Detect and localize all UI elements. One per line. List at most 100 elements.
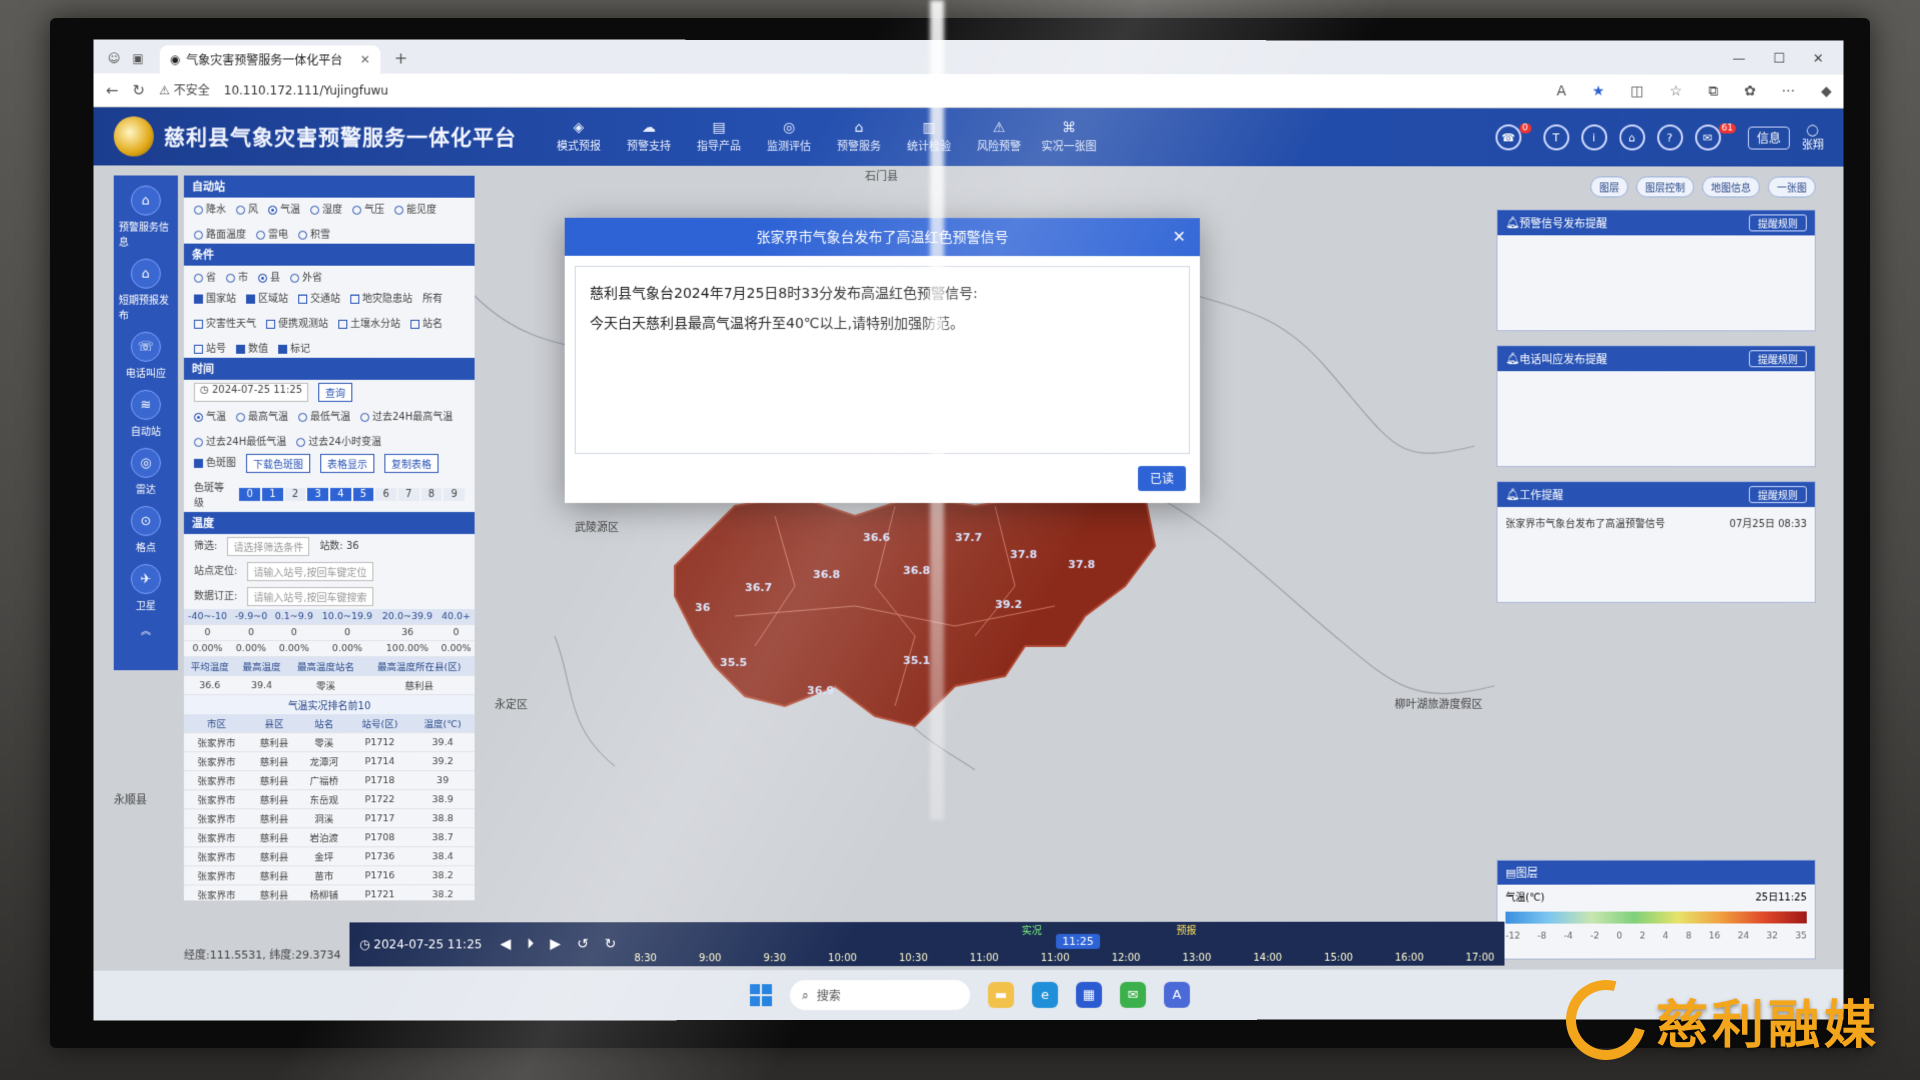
sidebar-item-auto-station[interactable]: ≋ 自动站 [119, 389, 173, 438]
station-checkbox[interactable]: 土壤水分站 [338, 315, 400, 330]
read-aloud-icon[interactable]: A [1557, 83, 1567, 99]
favorites-icon[interactable]: ☆ [1670, 83, 1683, 99]
nav-guide-products[interactable]: ▤ 指导产品 [687, 120, 751, 154]
table-row[interactable]: 张家界市 慈利县 苗市 P1716 38.2 [183, 865, 475, 885]
current-time-marker[interactable]: 11:25 [1056, 933, 1100, 949]
element-option[interactable]: 风 [236, 201, 258, 216]
wechat-icon[interactable]: ✉ [1119, 981, 1146, 1008]
lock-icon[interactable]: ⌂ [1618, 124, 1645, 151]
app-icon[interactable]: A [1163, 981, 1190, 1008]
element-option[interactable]: 能见度 [394, 201, 437, 216]
query-button[interactable]: 查询 [318, 382, 353, 402]
scale-level[interactable]: 3 [307, 487, 329, 501]
copilot-icon[interactable]: ◆ [1821, 83, 1832, 99]
station-checkbox[interactable]: 站号 [193, 340, 226, 355]
sidebar-item-grid[interactable]: ⊙ 格点 [119, 505, 173, 554]
maximize-icon[interactable]: ☐ [1773, 52, 1785, 67]
scope-option[interactable]: 省 [193, 269, 216, 284]
collections-icon[interactable]: ⧉ [1708, 83, 1718, 99]
table-row[interactable]: 张家界市 慈利县 零溪 P1712 39.4 [183, 732, 475, 752]
close-window-icon[interactable]: ✕ [1813, 52, 1824, 67]
scale-level[interactable]: 1 [262, 487, 283, 501]
contour-checkbox[interactable]: 色斑图 [193, 454, 236, 473]
temp-option[interactable]: 最高气温 [236, 408, 288, 423]
scale-level[interactable]: 5 [352, 487, 374, 501]
temp-option[interactable]: 过去24小时变温 [296, 433, 381, 448]
sidebar-item-warning-info[interactable]: ⌂ 预警服务信息 [119, 185, 173, 249]
temp-option[interactable]: 最低气温 [298, 408, 350, 423]
station-checkbox[interactable]: 标记 [278, 340, 310, 355]
more-icon[interactable]: ··· [1782, 83, 1795, 99]
mark-read-button[interactable]: 已读 [1137, 466, 1186, 492]
timeline[interactable]: 实况 预报 11:25 8:30 9:00 9:30 10:00 10:30 1… [634, 922, 1494, 967]
user-menu[interactable]: ◯ 张翔 [1802, 123, 1824, 152]
prev-icon[interactable]: ◀ [500, 936, 511, 952]
element-option[interactable]: 湿度 [310, 201, 342, 216]
table-row[interactable]: 张家界市 慈利县 杨柳铺 P1721 38.2 [183, 884, 475, 901]
scale-level[interactable]: 4 [330, 487, 351, 501]
element-option[interactable]: 气温 [268, 201, 300, 216]
info-icon[interactable]: i [1580, 124, 1607, 151]
filter-select[interactable]: 请选择筛选条件 [227, 537, 310, 557]
reminder-rules-button[interactable]: 提醒规则 [1748, 486, 1807, 504]
station-checkbox[interactable]: 数值 [236, 340, 268, 355]
table-display-button[interactable]: 表格显示 [320, 453, 375, 473]
element-option[interactable]: 降水 [193, 201, 226, 216]
nav-live-map[interactable]: ⌘ 实况一张图 [1037, 120, 1101, 154]
station-checkbox[interactable]: 国家站 [193, 290, 236, 305]
sidebar-item-short-forecast[interactable]: ⌂ 短期预报发布 [119, 258, 173, 322]
station-checkbox[interactable]: 区域站 [246, 290, 288, 305]
windows-start-icon[interactable] [749, 984, 772, 1007]
mail-icon[interactable]: ✉ [1694, 124, 1721, 151]
browser-tab[interactable]: ◉ 气象灾害预警服务一体化平台 ✕ [159, 45, 381, 74]
table-row[interactable]: 张家界市 慈利县 龙潭河 P1714 39.2 [183, 751, 475, 771]
copy-table-button[interactable]: 复制表格 [384, 453, 439, 473]
table-row[interactable]: 张家界市 慈利县 广福桥 P1718 39 [183, 770, 475, 790]
time-input[interactable]: ◷ 2024-07-25 11:25 [193, 382, 309, 402]
temp-option[interactable]: 气温 [193, 408, 226, 423]
minimize-icon[interactable]: — [1732, 52, 1745, 67]
sidebar-item-radar[interactable]: ◎ 雷达 [119, 447, 173, 496]
element-option[interactable]: 气压 [352, 201, 384, 216]
correct-input[interactable]: 请输入站号,按回车键搜索 [247, 587, 373, 607]
nav-statistics[interactable]: ▥ 统计检验 [897, 120, 961, 154]
phone-icon[interactable]: ☎ [1495, 124, 1522, 151]
tab-close-icon[interactable]: ✕ [360, 52, 370, 66]
nav-monitor-eval[interactable]: ◎ 监测评估 [757, 120, 821, 154]
scale-level[interactable]: 6 [375, 487, 397, 501]
station-checkbox[interactable]: 所有 [422, 290, 442, 305]
station-checkbox[interactable]: 灾害性天气 [193, 315, 256, 330]
extensions-icon[interactable]: ✿ [1744, 83, 1756, 99]
reminder-rules-button[interactable]: 提醒规则 [1748, 214, 1807, 232]
element-option[interactable]: 积雪 [298, 226, 330, 241]
nav-warning-service[interactable]: ⌂ 预警服务 [827, 120, 891, 154]
nav-risk-warning[interactable]: ⚠ 风险预警 [967, 120, 1031, 154]
scope-option[interactable]: 外省 [290, 269, 322, 284]
heat-region[interactable] [673, 485, 1157, 728]
tabs-icon[interactable]: ▣ [132, 51, 143, 65]
store-icon[interactable]: ▦ [1075, 981, 1102, 1008]
play-icon[interactable]: ⏵ [527, 936, 534, 952]
next-icon[interactable]: ▶ [550, 936, 561, 952]
tool-map-info[interactable]: 地图信息 [1702, 176, 1760, 198]
scale-level[interactable]: 9 [443, 487, 465, 501]
work-item[interactable]: 张家界市气象台发布了高温预警信号 07月25日 08:33 [1505, 515, 1806, 530]
back-icon[interactable]: ← [106, 81, 119, 99]
favorite-star-icon[interactable]: ★ [1592, 83, 1605, 99]
station-checkbox[interactable]: 便携观测站 [266, 315, 328, 330]
tool-one-map[interactable]: 一张图 [1767, 176, 1816, 198]
info-button[interactable]: 信息 [1747, 126, 1790, 150]
station-checkbox[interactable]: 地灾隐患站 [350, 290, 412, 305]
help-icon[interactable]: ? [1656, 124, 1683, 151]
new-tab-icon[interactable]: + [386, 49, 415, 74]
tool-layer[interactable]: 图层 [1590, 176, 1629, 198]
nav-model-forecast[interactable]: ◈ 模式预报 [547, 120, 611, 154]
element-option[interactable]: 雷电 [256, 226, 288, 241]
profile-icon[interactable]: ☺ [108, 51, 121, 65]
sidebar-item-satellite[interactable]: ✈ 卫星 [119, 564, 173, 612]
insecure-warning[interactable]: ⚠ 不安全 [159, 81, 210, 98]
refresh-time-icon[interactable]: ↻ [605, 936, 617, 952]
scale-level[interactable]: 2 [284, 487, 306, 501]
reminder-rules-button[interactable]: 提醒规则 [1748, 350, 1807, 368]
scope-option[interactable]: 县 [258, 269, 280, 284]
